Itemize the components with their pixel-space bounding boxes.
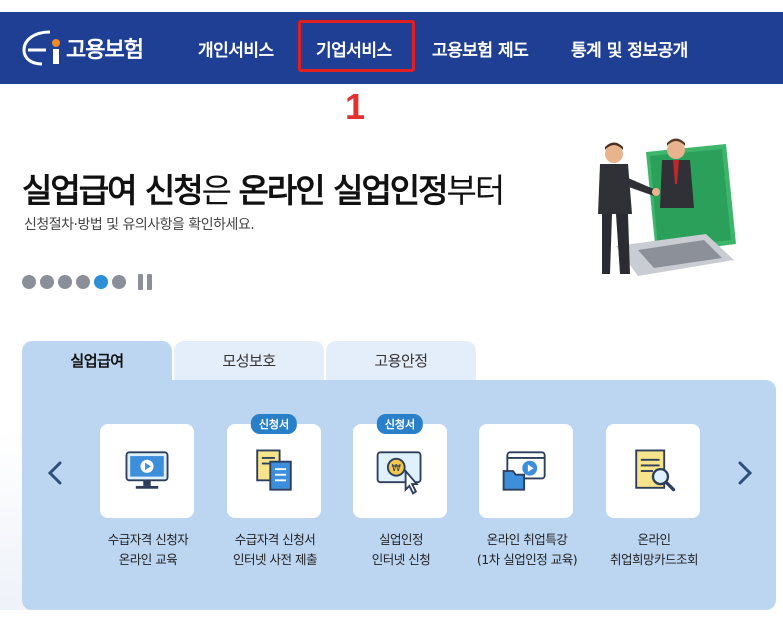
service-label: 수급자격 신청서 인터넷 사전 제출 <box>205 530 345 570</box>
service-label-line2: 인터넷 사전 제출 <box>233 552 317 567</box>
service-card[interactable]: 신청서 ₩ <box>353 414 447 518</box>
hero-title-part2: 은 <box>201 171 239 210</box>
slide-dot-6[interactable] <box>112 275 126 289</box>
chevron-right-icon[interactable] <box>732 458 758 488</box>
service-label: 온라인 취업희망카드조회 <box>584 530 724 570</box>
tab-employment-stability[interactable]: 고용안정 <box>326 341 476 381</box>
nav-personal-services[interactable]: 개인서비스 <box>198 36 274 61</box>
service-item-online-lecture[interactable]: 온라인 취업특강 (1차 실업인정 교육) <box>477 424 578 567</box>
chevron-left-icon[interactable] <box>42 458 68 488</box>
hero-title-part4: 부터 <box>446 171 506 210</box>
service-card[interactable]: 신청서 <box>227 414 321 518</box>
hero-subtitle: 신청절차·방법 및 유의사항을 확인하세요. <box>24 217 255 233</box>
service-item-online-education[interactable]: 수급자격 신청자 온라인 교육 <box>100 424 196 567</box>
slide-dot-3[interactable] <box>58 275 72 289</box>
svg-text:₩: ₩ <box>392 463 401 474</box>
application-badge: 신청서 <box>250 414 298 434</box>
slide-pagination <box>22 274 152 290</box>
service-card[interactable] <box>479 424 573 518</box>
slide-dot-5[interactable] <box>94 275 108 289</box>
top-strip <box>0 0 783 12</box>
documents-icon <box>256 449 292 491</box>
service-item-unemployment-recognition[interactable]: 신청서 ₩ 실업인정 인터넷 신청 <box>353 414 449 567</box>
annotation-number: 1 <box>345 86 366 127</box>
hero-title-part3: 온라인 실업인정 <box>238 171 449 210</box>
slide-dot-1[interactable] <box>22 275 36 289</box>
nav-insurance-system[interactable]: 고용보험 제도 <box>432 36 529 61</box>
pause-icon[interactable] <box>138 274 152 290</box>
service-label: 수급자격 신청자 온라인 교육 <box>78 530 218 570</box>
service-label-line2: 온라인 교육 <box>118 552 178 567</box>
service-label-line1: 온라인 <box>637 532 671 547</box>
folder-video-icon <box>502 451 546 491</box>
slide-dot-2[interactable] <box>40 275 54 289</box>
tab-maternity-protection[interactable]: 모성보호 <box>174 341 324 381</box>
annotation-highlight-box <box>298 20 415 72</box>
hero-title: 실업급여 신청은 온라인 실업인정부터 <box>22 164 506 212</box>
service-label-line1: 온라인 취업특강 <box>486 532 568 547</box>
service-label-line2: (1차 실업인정 교육) <box>476 552 578 567</box>
service-label-line2: 인터넷 신청 <box>371 552 431 567</box>
monitor-play-icon <box>125 451 169 489</box>
card-search-icon <box>635 449 676 492</box>
service-label: 온라인 취업특강 (1차 실업인정 교육) <box>457 530 597 570</box>
service-label-line2: 취업희망카드조회 <box>609 552 699 567</box>
service-label-line1: 실업인정 <box>378 532 424 547</box>
nav-statistics-info[interactable]: 통계 및 정보공개 <box>571 36 688 61</box>
service-item-application-submit[interactable]: 신청서 수급자격 신청서 인터넷 사전 제출 <box>227 414 323 567</box>
hero-title-part1: 실업급여 신청 <box>22 171 204 210</box>
slide-dot-4[interactable] <box>76 275 90 289</box>
service-label-line1: 수급자격 신청서 <box>234 532 316 547</box>
service-label: 실업인정 인터넷 신청 <box>331 530 471 570</box>
business-handshake-illustration <box>598 138 736 276</box>
tab-unemployment-benefits[interactable]: 실업급여 <box>22 341 172 381</box>
monitor-won-click-icon: ₩ <box>376 451 422 495</box>
service-item-job-card-search[interactable]: 온라인 취업희망카드조회 <box>606 424 702 567</box>
application-badge: 신청서 <box>376 414 424 434</box>
service-card[interactable] <box>606 424 700 518</box>
service-label-line1: 수급자격 신청자 <box>107 532 189 547</box>
service-card[interactable] <box>100 424 194 518</box>
